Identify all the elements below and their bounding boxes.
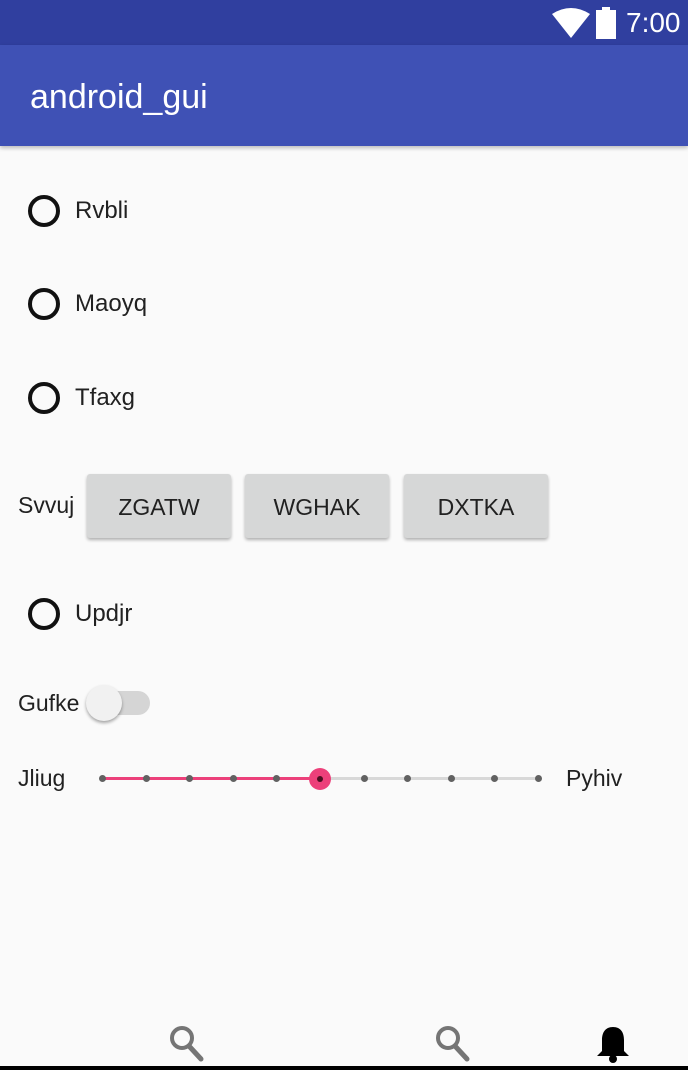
slider-tick <box>142 775 150 782</box>
app-bar: android_gui <box>0 45 688 146</box>
button-group-label: Svvuj <box>18 492 75 518</box>
slider-right-label: Pyhiv <box>566 765 623 791</box>
bottom-edge <box>0 1066 688 1070</box>
slider-tick <box>186 775 194 782</box>
wghak-button[interactable]: WGHAK <box>245 474 389 538</box>
battery-icon <box>596 7 616 39</box>
slider-thumb[interactable] <box>309 768 331 790</box>
switch-label: Gufke <box>18 690 80 716</box>
slider-tick <box>229 775 237 782</box>
zgatw-button[interactable]: ZGATW <box>87 474 231 538</box>
radio-updjr[interactable]: Updjr <box>28 594 132 634</box>
radio-label: Updjr <box>75 600 133 627</box>
radio-circle[interactable] <box>28 598 60 630</box>
switch-thumb[interactable] <box>86 685 122 721</box>
slider-tick <box>273 775 281 782</box>
radio-circle[interactable] <box>28 382 60 414</box>
status-time: 7:00 <box>626 7 681 38</box>
slider-tick <box>360 775 368 782</box>
slider-tick <box>535 775 542 782</box>
slider-tick <box>404 775 412 782</box>
dxtka-button[interactable]: DXTKA <box>404 474 548 538</box>
radio-circle[interactable] <box>28 288 60 320</box>
slider-tick <box>99 775 106 782</box>
radio-circle[interactable] <box>28 195 60 227</box>
slider-thumb-dot <box>317 776 323 782</box>
status-bar: 7:00 <box>0 0 688 45</box>
search-icon[interactable] <box>434 1024 472 1064</box>
bell-icon[interactable] <box>594 1024 632 1064</box>
radio-maoyq[interactable]: Maoyq <box>28 284 147 324</box>
radio-rvbli[interactable]: Rvbli <box>28 191 128 231</box>
radio-label: Tfaxg <box>75 384 136 411</box>
radio-label: Maoyq <box>75 290 148 317</box>
wifi-icon <box>552 8 590 38</box>
slider-tick <box>447 775 455 782</box>
slider-fill <box>102 777 320 780</box>
app-title: android_gui <box>30 78 208 116</box>
radio-label: Rvbli <box>75 197 129 224</box>
radio-tfaxg[interactable]: Tfaxg <box>28 378 135 418</box>
slider-left-label: Jliug <box>18 765 66 791</box>
slider-tick <box>491 775 499 782</box>
search-icon[interactable] <box>168 1024 206 1064</box>
